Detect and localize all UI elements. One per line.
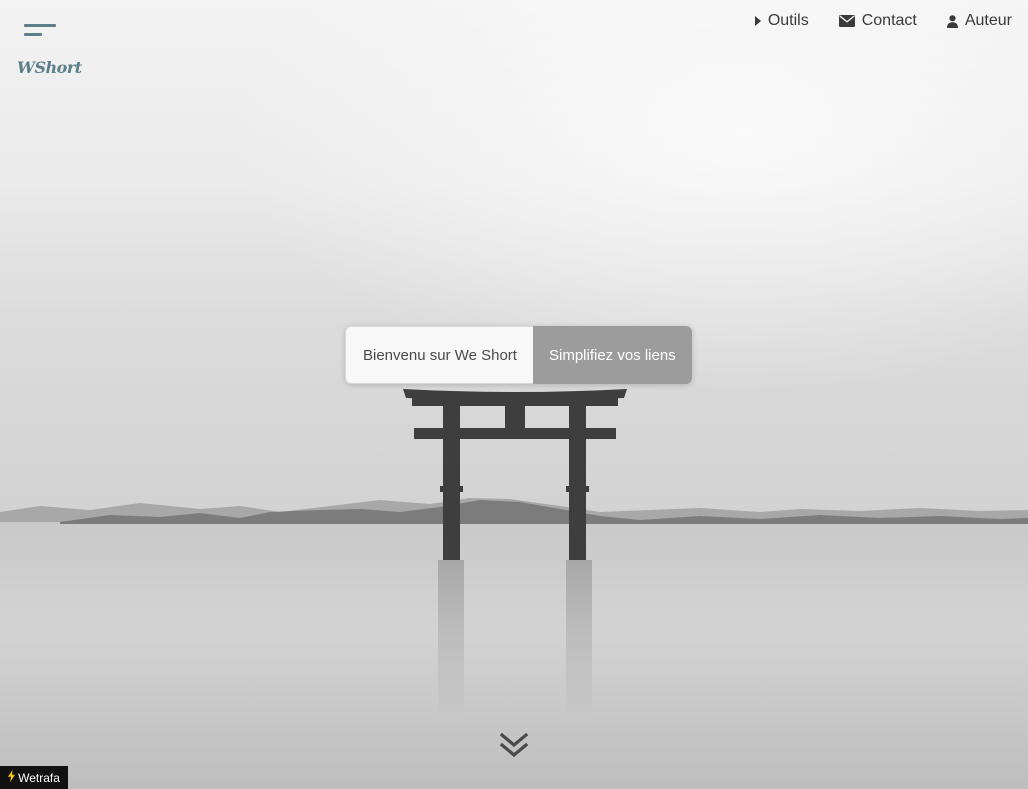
- nav-item-contact[interactable]: Contact: [838, 12, 917, 30]
- nav-item-label: Outils: [767, 12, 809, 29]
- nav-item-outils[interactable]: Outils: [754, 12, 809, 30]
- top-nav: Outils Contact Auteur: [754, 12, 1012, 30]
- hamburger-bar: [24, 33, 42, 36]
- badge-label: Wetrafa: [18, 770, 60, 785]
- wetrafa-badge[interactable]: Wetrafa: [0, 766, 68, 789]
- hero-background-image: [0, 0, 1028, 789]
- lightning-bolt-icon: [8, 770, 16, 785]
- nav-item-label: Contact: [861, 12, 917, 29]
- hamburger-menu-icon[interactable]: [24, 24, 58, 40]
- hero-pill: Bienvenu sur We Short Simplifiez vos lie…: [345, 326, 692, 384]
- simplify-links-button[interactable]: Simplifiez vos liens: [532, 326, 692, 384]
- nav-item-label: Auteur: [964, 12, 1012, 29]
- welcome-text: Bienvenu sur We Short: [345, 326, 533, 384]
- double-chevron-down-icon[interactable]: [499, 732, 529, 760]
- user-icon: [946, 14, 958, 28]
- nav-item-auteur[interactable]: Auteur: [946, 12, 1012, 30]
- caret-right-icon: [754, 16, 761, 26]
- hamburger-bar: [24, 24, 56, 27]
- envelope-icon: [838, 15, 855, 27]
- site-logo[interactable]: WShort: [17, 58, 82, 77]
